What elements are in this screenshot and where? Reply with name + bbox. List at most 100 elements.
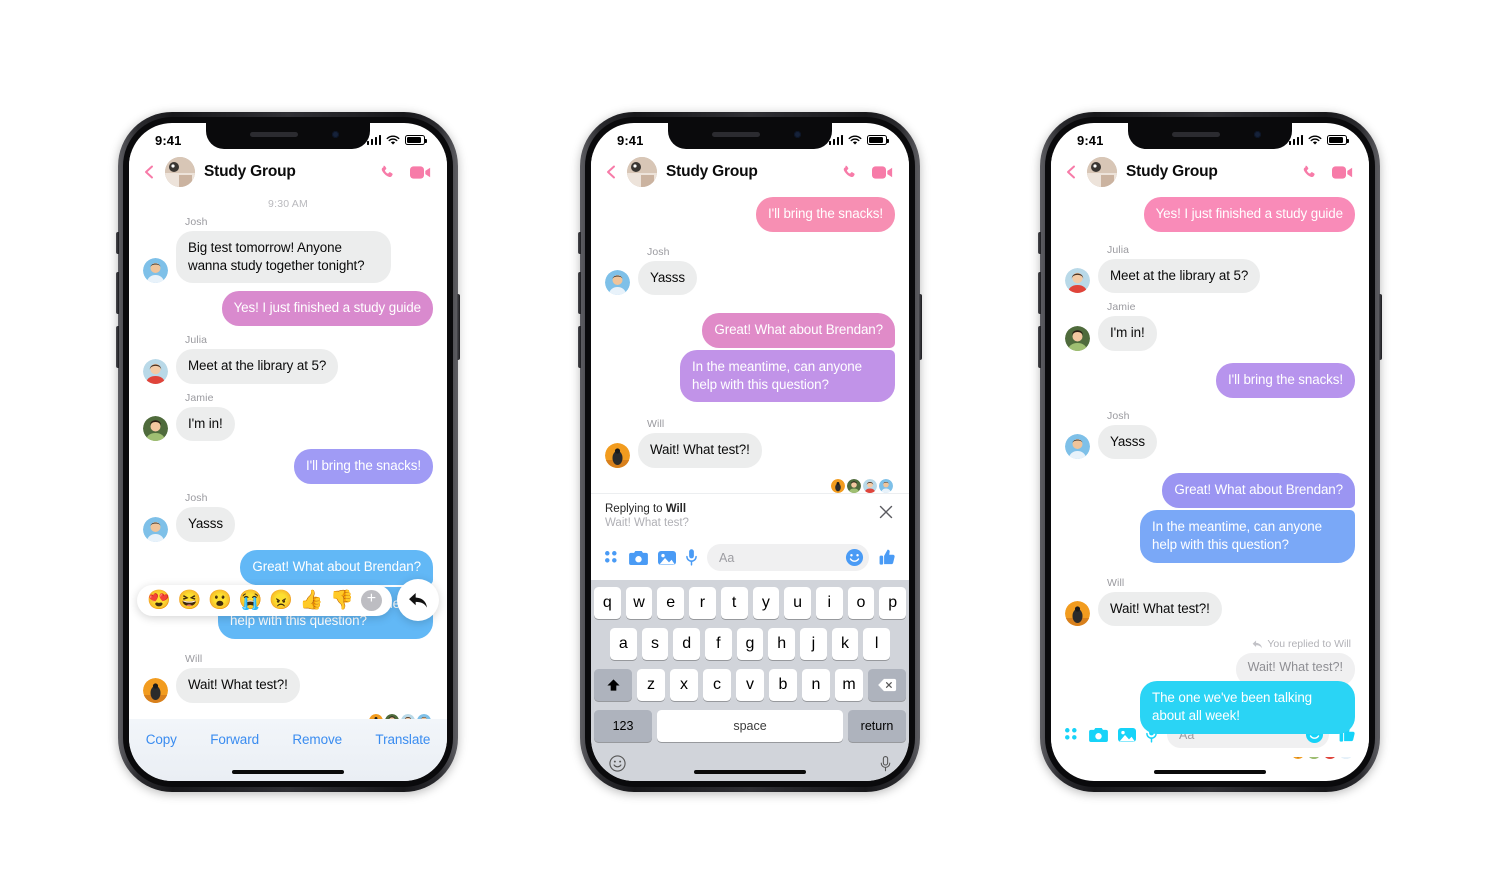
microphone-icon[interactable] (686, 549, 697, 566)
mute-switch[interactable] (578, 232, 581, 254)
message-bubble[interactable]: Meet at the library at 5? (176, 349, 339, 384)
message-bubble[interactable]: Yasss (1098, 424, 1157, 460)
reaction-love-icon[interactable]: 😍 (147, 591, 171, 610)
reaction-angry-icon[interactable]: 😠 (269, 591, 293, 610)
key-q[interactable]: q (593, 587, 621, 620)
dictation-mic-icon[interactable] (880, 755, 891, 772)
key-x[interactable]: x (670, 669, 698, 702)
reaction-thumbs-up-icon[interactable]: 👍 (300, 591, 324, 610)
message-bubble[interactable]: I'm in! (1098, 316, 1157, 352)
key-j[interactable]: j (800, 628, 827, 661)
message-bubble[interactable]: I'll bring the snacks! (294, 449, 433, 485)
message-bubble[interactable]: Great! What about Brendan? (1162, 473, 1355, 509)
key-p[interactable]: p (879, 587, 907, 620)
key-k[interactable]: k (831, 628, 859, 661)
power-button[interactable] (919, 294, 922, 360)
volume-up-button[interactable] (116, 272, 119, 314)
message-bubble[interactable]: Wait! What test?! (638, 433, 762, 469)
reply-arrow-icon[interactable] (397, 579, 439, 621)
key-a[interactable]: a (609, 628, 637, 661)
message-bubble[interactable]: Yasss (638, 260, 697, 296)
key-w[interactable]: w (625, 587, 653, 620)
key-n[interactable]: n (802, 669, 830, 702)
phone-call-icon[interactable] (379, 164, 396, 181)
video-call-icon[interactable] (410, 165, 431, 180)
thumbs-up-icon[interactable] (879, 549, 896, 566)
message-thread[interactable]: I'll bring the snacks! Josh Yasss Great!… (591, 197, 909, 494)
message-thread[interactable]: Yes! I just finished a study guide Julia… (1051, 197, 1369, 759)
copy-button[interactable]: Copy (146, 732, 177, 747)
avatar[interactable] (143, 258, 168, 284)
key-b[interactable]: b (769, 669, 797, 702)
avatar[interactable] (143, 416, 168, 442)
key-y[interactable]: y (752, 587, 780, 620)
space-key[interactable]: space (657, 710, 843, 743)
key-z[interactable]: z (637, 669, 665, 702)
home-indicator[interactable] (694, 769, 806, 774)
remove-button[interactable]: Remove (292, 732, 342, 747)
avatar[interactable] (143, 677, 168, 703)
avatar[interactable] (143, 358, 168, 384)
app-grid-icon[interactable] (1064, 727, 1079, 742)
message-bubble[interactable]: Wait! What test?! (1098, 591, 1222, 627)
volume-down-button[interactable] (1038, 326, 1041, 368)
message-bubble[interactable]: Yes! I just finished a study guide (1143, 197, 1355, 232)
app-grid-icon[interactable] (604, 550, 619, 565)
return-key[interactable]: return (848, 710, 906, 743)
key-h[interactable]: h (768, 628, 796, 661)
group-avatar[interactable] (165, 157, 195, 187)
key-v[interactable]: v (736, 669, 764, 702)
mute-switch[interactable] (1038, 232, 1041, 254)
photo-gallery-icon[interactable] (658, 550, 676, 566)
mute-switch[interactable] (116, 232, 119, 254)
message-input[interactable]: Aa (707, 544, 869, 572)
message-bubble[interactable]: Great! What about Brendan? (702, 313, 895, 349)
camera-icon[interactable] (629, 550, 648, 566)
forward-button[interactable]: Forward (210, 732, 259, 747)
camera-icon[interactable] (1089, 727, 1108, 743)
key-g[interactable]: g (736, 628, 764, 661)
group-avatar[interactable] (627, 157, 657, 187)
reaction-bar[interactable]: 😍 😆 😮 😭 😠 👍 👎 + (137, 584, 392, 616)
close-x-icon[interactable] (879, 505, 893, 519)
numbers-key[interactable]: 123 (594, 710, 652, 743)
message-bubble[interactable]: Wait! What test?! (176, 667, 300, 703)
reaction-haha-icon[interactable]: 😆 (178, 591, 202, 610)
avatar[interactable] (1065, 268, 1090, 294)
message-bubble[interactable]: I'm in! (176, 406, 235, 442)
on-screen-keyboard[interactable]: q w e r t y u i o p a s d f g h j k l z … (591, 580, 909, 781)
key-o[interactable]: o (847, 587, 875, 620)
message-bubble[interactable]: Big test tomorrow! Anyone wanna study to… (176, 231, 391, 284)
back-chevron-icon[interactable] (604, 165, 618, 179)
key-i[interactable]: i (815, 587, 843, 620)
message-bubble[interactable]: The one we've been talking about all wee… (1140, 681, 1355, 734)
backspace-icon[interactable] (868, 669, 906, 702)
avatar[interactable] (143, 516, 168, 542)
message-bubble[interactable]: I'll bring the snacks! (756, 197, 895, 232)
video-call-icon[interactable] (872, 165, 893, 180)
volume-down-button[interactable] (116, 326, 119, 368)
back-chevron-icon[interactable] (1064, 165, 1078, 179)
video-call-icon[interactable] (1332, 165, 1353, 180)
message-bubble[interactable]: In the meantime, can anyone help with th… (680, 350, 895, 403)
key-u[interactable]: u (784, 587, 811, 620)
message-bubble[interactable]: Yasss (176, 507, 235, 542)
shift-arrow-icon[interactable] (594, 669, 632, 702)
avatar[interactable] (1065, 434, 1090, 460)
emoji-keyboard-icon[interactable] (609, 755, 626, 772)
key-t[interactable]: t (720, 587, 748, 620)
key-r[interactable]: r (689, 587, 716, 620)
avatar[interactable] (605, 270, 630, 296)
message-bubble[interactable]: In the meantime, can anyone help with th… (1140, 510, 1355, 563)
reaction-picker[interactable]: 😍 😆 😮 😭 😠 👍 👎 + (137, 579, 439, 621)
home-indicator[interactable] (1154, 769, 1266, 774)
reaction-thumbs-down-icon[interactable]: 👎 (330, 591, 354, 610)
phone-call-icon[interactable] (841, 164, 858, 181)
avatar[interactable] (1065, 601, 1090, 627)
key-l[interactable]: l (863, 628, 891, 661)
power-button[interactable] (1379, 294, 1382, 360)
key-c[interactable]: c (703, 669, 731, 702)
avatar[interactable] (605, 443, 630, 469)
phone-call-icon[interactable] (1301, 164, 1318, 181)
group-avatar[interactable] (1087, 157, 1117, 187)
